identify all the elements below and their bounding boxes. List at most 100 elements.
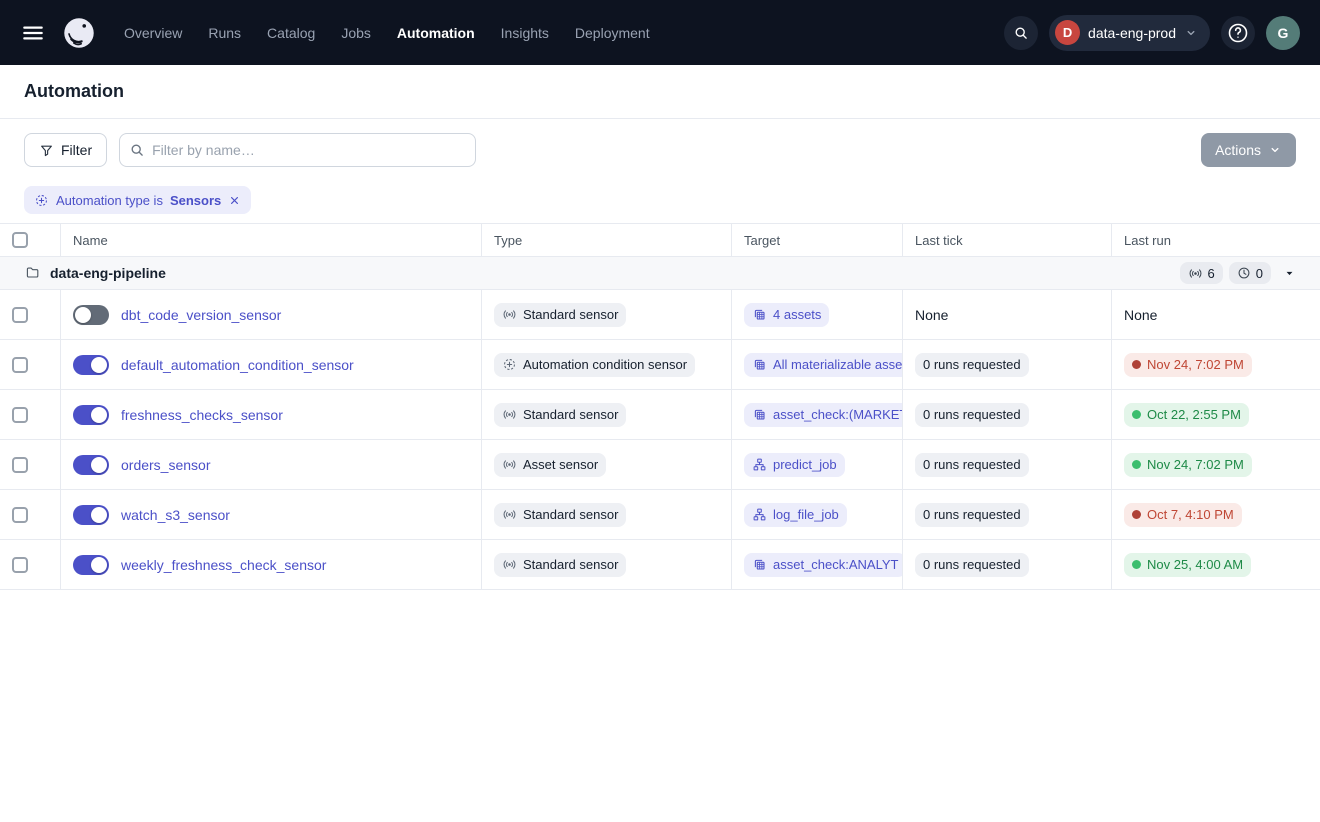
- row-checkbox[interactable]: [12, 457, 28, 473]
- sensor-table-row: watch_s3_sensor Standard sensor log_file…: [0, 490, 1320, 540]
- close-icon[interactable]: [228, 194, 241, 207]
- sensor-name-link[interactable]: dbt_code_version_sensor: [121, 307, 281, 323]
- clock-icon: [1237, 266, 1251, 280]
- sensor-table-row: orders_sensor Asset sensor predict_job 0…: [0, 440, 1320, 490]
- filter-button-label: Filter: [61, 142, 92, 158]
- sensor-table-row: default_automation_condition_sensor Auto…: [0, 340, 1320, 390]
- select-all-checkbox[interactable]: [12, 232, 28, 248]
- sensor-toggle[interactable]: [73, 505, 109, 525]
- last-run-cell: Oct 7, 4:10 PM: [1111, 490, 1320, 539]
- target-icon: [752, 457, 767, 472]
- nav-item-deployment[interactable]: Deployment: [575, 25, 650, 41]
- target-link-badge[interactable]: log_file_job: [744, 503, 847, 527]
- last-run-cell: Oct 22, 2:55 PM: [1111, 390, 1320, 439]
- row-checkbox[interactable]: [12, 357, 28, 373]
- filter-chip-automation-type[interactable]: Automation type is Sensors: [24, 186, 251, 214]
- last-tick-cell: 0 runs requested: [902, 390, 1111, 439]
- column-header-type: Type: [481, 224, 731, 256]
- row-checkbox[interactable]: [12, 507, 28, 523]
- actions-button-label: Actions: [1215, 142, 1261, 158]
- sensor-toggle[interactable]: [73, 555, 109, 575]
- status-dot: [1132, 560, 1141, 569]
- last-tick-cell: 0 runs requested: [902, 440, 1111, 489]
- main-navigation: Overview Runs Catalog Jobs Automation Insight…: [124, 25, 650, 41]
- target-icon: [752, 557, 767, 572]
- table-header-row: Name Type Target Last tick Last run: [0, 224, 1320, 257]
- row-checkbox[interactable]: [12, 307, 28, 323]
- sensor-name-link[interactable]: freshness_checks_sensor: [121, 407, 283, 423]
- last-run-badge: Nov 24, 7:02 PM: [1124, 453, 1252, 477]
- topnav-right-cluster: D data-eng-prod G: [1004, 15, 1300, 51]
- dagster-logo[interactable]: [60, 14, 98, 52]
- last-run-badge: Nov 25, 4:00 AM: [1124, 553, 1251, 577]
- target-link-badge[interactable]: predict_job: [744, 453, 845, 477]
- help-button[interactable]: [1221, 16, 1255, 50]
- last-run-value: None: [1124, 307, 1157, 323]
- help-icon: [1226, 21, 1250, 45]
- last-tick-cell: None: [902, 290, 1111, 339]
- last-tick-cell: 0 runs requested: [902, 490, 1111, 539]
- status-dot: [1132, 510, 1141, 519]
- target-link-badge[interactable]: asset_check:(MARKETi: [744, 403, 902, 427]
- target-link-badge[interactable]: 4 assets: [744, 303, 829, 327]
- last-tick-badge: 0 runs requested: [915, 503, 1029, 527]
- nav-item-overview[interactable]: Overview: [124, 25, 182, 41]
- target-icon: [752, 357, 767, 372]
- nav-item-jobs[interactable]: Jobs: [341, 25, 371, 41]
- repository-group-row[interactable]: data-eng-pipeline 6 0: [0, 257, 1320, 290]
- deployment-avatar: D: [1055, 20, 1080, 45]
- sensor-toggle[interactable]: [73, 455, 109, 475]
- chevron-down-icon: [1184, 26, 1198, 40]
- target-link-badge[interactable]: All materializable assets: [744, 353, 902, 377]
- collapse-caret-icon[interactable]: [1283, 267, 1296, 280]
- last-run-cell: None: [1111, 290, 1320, 339]
- name-filter-input[interactable]: [119, 133, 476, 167]
- actions-button[interactable]: Actions: [1201, 133, 1296, 167]
- sensor-table-row: dbt_code_version_sensor Standard sensor …: [0, 290, 1320, 340]
- chevron-down-icon: [1268, 143, 1282, 157]
- search-button[interactable]: [1004, 16, 1038, 50]
- sensor-type-badge: Asset sensor: [494, 453, 606, 477]
- target-icon: [752, 507, 767, 522]
- target-link-badge[interactable]: asset_check:ANALYT: [744, 553, 902, 577]
- top-navigation-bar: Overview Runs Catalog Jobs Automation Insight…: [0, 0, 1320, 65]
- nav-item-automation[interactable]: Automation: [397, 25, 475, 41]
- folder-icon: [25, 265, 41, 281]
- nav-item-insights[interactable]: Insights: [501, 25, 549, 41]
- sensor-type-badge: Automation condition sensor: [494, 353, 695, 377]
- nav-item-catalog[interactable]: Catalog: [267, 25, 315, 41]
- sensor-type-icon: [502, 407, 517, 422]
- sensor-toggle[interactable]: [73, 405, 109, 425]
- sensor-icon: [1188, 266, 1203, 281]
- last-tick-cell: 0 runs requested: [902, 340, 1111, 389]
- sensor-table-row: weekly_freshness_check_sensor Standard s…: [0, 540, 1320, 590]
- user-avatar[interactable]: G: [1266, 16, 1300, 50]
- row-checkbox[interactable]: [12, 407, 28, 423]
- name-filter-box: [119, 133, 476, 167]
- sensor-type-icon: [502, 557, 517, 572]
- filter-button[interactable]: Filter: [24, 133, 107, 167]
- status-dot: [1132, 410, 1141, 419]
- search-icon: [1013, 25, 1029, 41]
- last-tick-badge: 0 runs requested: [915, 453, 1029, 477]
- row-checkbox[interactable]: [12, 557, 28, 573]
- target-icon: [752, 407, 767, 422]
- column-header-name: Name: [60, 224, 481, 256]
- sensor-name-link[interactable]: weekly_freshness_check_sensor: [121, 557, 326, 573]
- deployment-switcher[interactable]: D data-eng-prod: [1049, 15, 1210, 51]
- deployment-name: data-eng-prod: [1088, 25, 1176, 41]
- sensor-name-link[interactable]: orders_sensor: [121, 457, 211, 473]
- filter-chip-prefix: Automation type is: [56, 193, 163, 208]
- sensor-toggle[interactable]: [73, 355, 109, 375]
- sensor-toggle[interactable]: [73, 305, 109, 325]
- page-title: Automation: [24, 81, 124, 102]
- sensor-name-link[interactable]: default_automation_condition_sensor: [121, 357, 354, 373]
- sensor-name-link[interactable]: watch_s3_sensor: [121, 507, 230, 523]
- sensor-type-icon: [502, 357, 517, 372]
- page-header: Automation: [0, 65, 1320, 119]
- toolbar-section: Filter Actions Automation type is Sensor…: [0, 119, 1320, 224]
- nav-item-runs[interactable]: Runs: [208, 25, 241, 41]
- sensor-type-badge: Standard sensor: [494, 503, 626, 527]
- last-run-cell: Nov 25, 4:00 AM: [1111, 540, 1320, 589]
- hamburger-menu-button[interactable]: [20, 20, 46, 46]
